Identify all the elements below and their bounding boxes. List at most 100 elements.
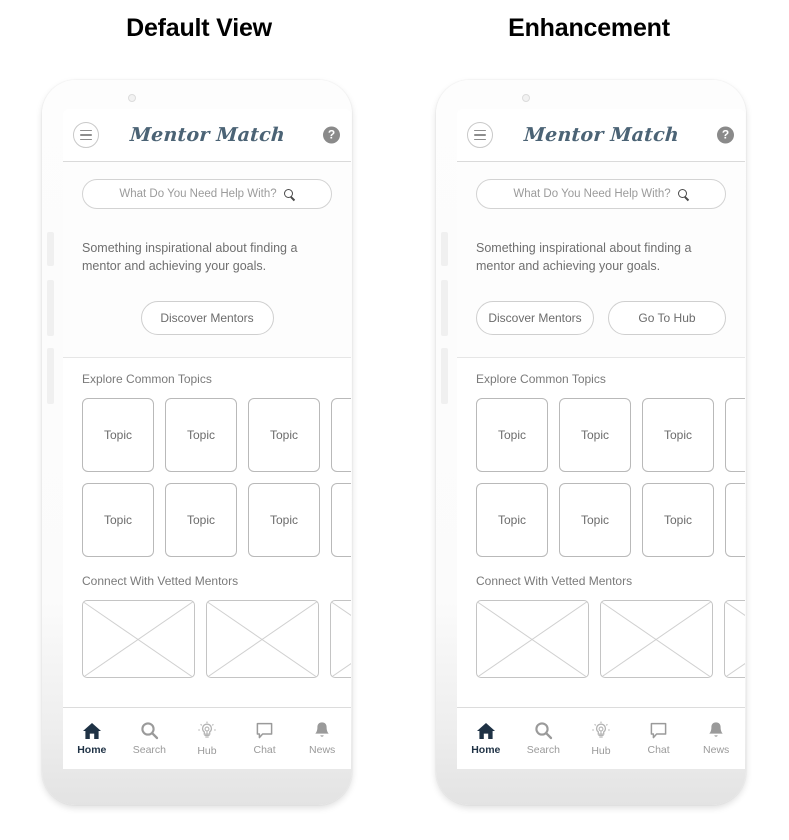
tab-label: Search — [526, 744, 561, 756]
tab-label: Search — [132, 744, 167, 756]
bottom-tab-bar: Home Search Hub Chat News — [457, 707, 745, 769]
search-icon — [283, 188, 295, 200]
phone-mockup-enhancement: Mentor Match ? What Do You Need Help Wit… — [426, 80, 756, 805]
mentor-card-placeholder[interactable] — [82, 600, 195, 679]
phone-body: Mentor Match ? What Do You Need Help Wit… — [436, 80, 746, 805]
topics-row-1: Topic Topic Topic Topic — [82, 398, 351, 473]
topic-card[interactable]: Topic — [642, 483, 714, 558]
topics-title: Explore Common Topics — [476, 372, 606, 387]
side-button-volume-up[interactable] — [47, 280, 54, 336]
lightbulb-icon — [592, 721, 610, 738]
tab-label: Chat — [647, 743, 670, 756]
bell-icon — [709, 722, 723, 737]
app-bar: Mentor Match ? — [457, 109, 745, 162]
mentors-section: Connect With Vetted Mentors — [476, 574, 745, 679]
tab-news[interactable]: News — [687, 721, 745, 756]
mentor-card-placeholder[interactable] — [330, 600, 351, 679]
topic-card[interactable]: Topic — [82, 398, 154, 473]
topic-card[interactable]: Topic — [82, 483, 154, 558]
topic-card[interactable]: Topic — [642, 398, 714, 473]
lightbulb-icon — [198, 721, 216, 738]
go-to-hub-button[interactable]: Go To Hub — [608, 301, 726, 336]
mentor-card-placeholder[interactable] — [206, 600, 319, 679]
tab-chat[interactable]: Chat — [236, 722, 294, 756]
topic-card[interactable]: Topic — [248, 398, 320, 473]
chat-icon — [650, 722, 667, 738]
discover-mentors-button[interactable]: Discover Mentors — [140, 301, 274, 336]
mentor-card-placeholder[interactable] — [476, 600, 589, 679]
search-input[interactable]: What Do You Need Help With? — [476, 179, 726, 209]
topics-row-2: Topic Topic Topic Topic — [476, 483, 745, 558]
topics-row-1: Topic Topic Topic Topic — [476, 398, 745, 473]
chat-icon — [256, 722, 273, 738]
hero-section: What Do You Need Help With? Something in… — [63, 162, 351, 359]
hamburger-menu-icon[interactable] — [73, 122, 99, 148]
caption-default-view: Default View — [126, 14, 272, 42]
tab-label: Home — [77, 743, 107, 756]
tab-news[interactable]: News — [293, 721, 351, 756]
help-icon[interactable]: ? — [323, 126, 340, 144]
topics-section: Explore Common Topics Topic Topic Topic … — [63, 358, 351, 679]
mentors-row — [476, 600, 745, 679]
topic-card[interactable]: Topic — [559, 483, 631, 558]
search-placeholder: What Do You Need Help With? — [513, 188, 671, 200]
caption-enhancement: Enhancement — [508, 14, 670, 42]
home-icon — [82, 722, 101, 739]
tab-hub[interactable]: Hub — [178, 721, 236, 757]
discover-mentors-button[interactable]: Discover Mentors — [476, 301, 594, 336]
tab-home[interactable]: Home — [63, 722, 121, 756]
hero-cta-row: Discover Mentors Go To Hub — [476, 301, 726, 336]
app-logo: Mentor Match — [522, 124, 680, 146]
topic-card[interactable]: Topic — [165, 398, 237, 473]
side-button-volume-down[interactable] — [47, 348, 54, 404]
topic-card[interactable]: Topic — [331, 398, 351, 473]
bell-icon — [315, 722, 329, 737]
tab-label: Hub — [591, 744, 611, 757]
tab-label: Home — [471, 743, 501, 756]
mentor-card-placeholder[interactable] — [724, 600, 745, 679]
topic-card[interactable]: Topic — [725, 483, 745, 558]
side-button-mute[interactable] — [47, 232, 54, 266]
search-input[interactable]: What Do You Need Help With? — [82, 179, 332, 209]
topic-card[interactable]: Topic — [331, 483, 351, 558]
comparison-stage: Default View Enhancement Mentor Match ? — [0, 0, 789, 840]
tab-label: News — [703, 744, 730, 756]
home-icon — [476, 722, 495, 739]
bottom-tab-bar: Home Search Hub Chat News — [63, 707, 351, 769]
mentors-title: Connect With Vetted Mentors — [476, 574, 633, 589]
tab-home[interactable]: Home — [457, 722, 515, 756]
topics-title: Explore Common Topics — [82, 372, 212, 387]
hamburger-menu-icon[interactable] — [467, 122, 493, 148]
help-icon[interactable]: ? — [717, 126, 734, 144]
side-button-volume-up[interactable] — [441, 280, 448, 336]
topic-card[interactable]: Topic — [248, 483, 320, 558]
topic-card[interactable]: Topic — [165, 483, 237, 558]
topics-section: Explore Common Topics Topic Topic Topic … — [457, 358, 745, 679]
hero-cta-row: Discover Mentors — [82, 301, 332, 336]
side-button-volume-down[interactable] — [441, 348, 448, 404]
topic-card[interactable]: Topic — [476, 483, 548, 558]
tab-search[interactable]: Search — [515, 721, 573, 756]
tab-hub[interactable]: Hub — [572, 721, 630, 757]
phone-screen-enhancement: Mentor Match ? What Do You Need Help Wit… — [457, 109, 745, 769]
mentors-section: Connect With Vetted Mentors — [82, 574, 351, 679]
tab-search[interactable]: Search — [121, 721, 179, 756]
topic-card[interactable]: Topic — [725, 398, 745, 473]
tab-chat[interactable]: Chat — [630, 722, 688, 756]
topics-row-2: Topic Topic Topic Topic — [82, 483, 351, 558]
mentors-row — [82, 600, 351, 679]
front-camera-icon — [522, 94, 530, 102]
tab-label: Hub — [197, 744, 217, 757]
front-camera-icon — [128, 94, 136, 102]
mentor-card-placeholder[interactable] — [600, 600, 713, 679]
side-button-mute[interactable] — [441, 232, 448, 266]
phone-mockup-default: Mentor Match ? What Do You Need Help Wit… — [32, 80, 362, 805]
app-logo: Mentor Match — [128, 124, 286, 146]
hero-tagline: Something inspirational about finding a … — [476, 241, 692, 274]
hero-tagline: Something inspirational about finding a … — [82, 241, 298, 274]
topic-card[interactable]: Topic — [476, 398, 548, 473]
search-icon — [535, 722, 553, 740]
search-icon — [141, 722, 159, 740]
topic-card[interactable]: Topic — [559, 398, 631, 473]
search-placeholder: What Do You Need Help With? — [119, 188, 277, 200]
